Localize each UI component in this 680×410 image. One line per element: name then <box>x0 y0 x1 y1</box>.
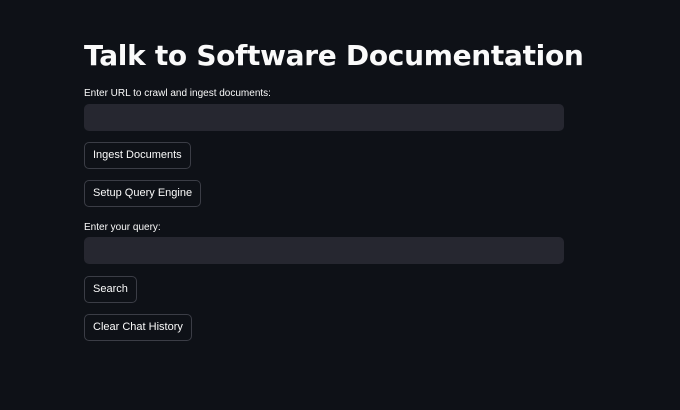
url-input[interactable] <box>84 104 564 131</box>
page-title: Talk to Software Documentation <box>84 39 584 72</box>
query-input[interactable] <box>84 237 564 264</box>
clear-chat-history-button[interactable]: Clear Chat History <box>84 314 192 341</box>
ingest-documents-button[interactable]: Ingest Documents <box>84 142 191 169</box>
url-input-label: Enter URL to crawl and ingest documents: <box>84 88 271 99</box>
app-container: Talk to Software Documentation Enter URL… <box>0 0 680 410</box>
search-button[interactable]: Search <box>84 276 137 303</box>
query-input-label: Enter your query: <box>84 222 161 233</box>
setup-query-engine-button[interactable]: Setup Query Engine <box>84 180 202 207</box>
